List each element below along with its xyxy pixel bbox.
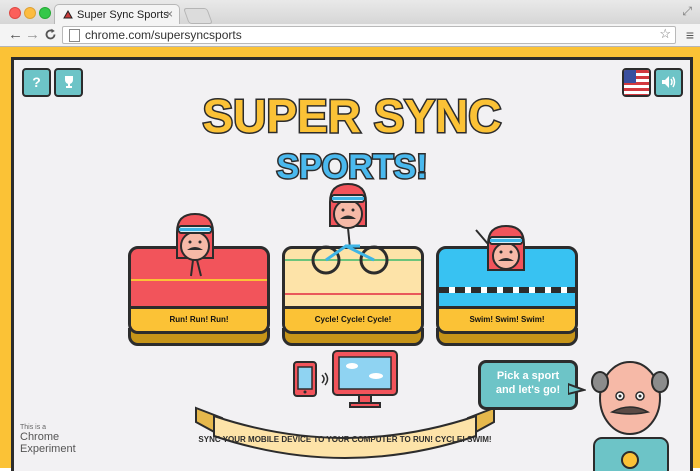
experiment-prefix: This is a (20, 424, 47, 431)
game-stage: ? SUPER SYNC SPORTS! Run! Run! Run! Cycl… (11, 57, 693, 471)
help-button[interactable]: ? (22, 68, 51, 97)
forward-button[interactable]: → (25, 26, 40, 43)
sync-banner: SYNC YOUR MOBILE DEVICE TO YOUR COMPUTER… (195, 406, 495, 459)
tab-close-icon[interactable]: × (166, 7, 173, 21)
sync-waves-icon (321, 372, 329, 386)
bookmark-star-icon[interactable]: ☆ (659, 26, 671, 42)
mobile-device-icon (293, 361, 317, 397)
sport-label-run: Run! Run! Run! (131, 306, 267, 331)
browser-titlebar: Super Sync Sports × ⤢ (0, 0, 700, 25)
page-icon (69, 29, 80, 42)
back-button[interactable]: ← (8, 26, 23, 43)
speech-bubble: Pick a sport and let's go! (478, 360, 578, 410)
trophy-icon (64, 76, 73, 88)
sport-label-cycle: Cycle! Cycle! Cycle! (285, 306, 421, 331)
fullscreen-icon[interactable]: ⤢ (682, 4, 692, 19)
speech-text: Pick a sport and let's go! (495, 370, 561, 396)
cyclist-character-icon (311, 182, 389, 275)
trophy-button[interactable] (54, 68, 83, 97)
us-flag-icon (624, 70, 649, 95)
tab-title: Super Sync Sports (77, 9, 169, 21)
super-sync-favicon-icon (63, 10, 73, 19)
close-window-button[interactable] (9, 7, 21, 19)
language-flag-button[interactable] (622, 68, 651, 97)
speaker-icon (661, 76, 675, 88)
swimmer-character-icon (475, 224, 525, 271)
menu-icon[interactable]: ≡ (686, 27, 694, 43)
game-page: ? SUPER SYNC SPORTS! Run! Run! Run! Cycl… (0, 47, 700, 471)
experiment-chrome: Chrome (20, 431, 60, 443)
sport-label-swim: Swim! Swim! Swim! (439, 306, 575, 331)
banner-text: SYNC YOUR MOBILE DEVICE TO YOUR COMPUTER… (198, 435, 491, 444)
minimize-window-button[interactable] (24, 7, 36, 19)
lane-rope (439, 287, 575, 293)
browser-toolbar: ← → chrome.com/supersyncsports ☆ ≡ (0, 24, 700, 47)
new-tab-button[interactable] (183, 8, 213, 24)
chrome-experiment-badge[interactable]: This is a Chrome Experiment (20, 424, 76, 455)
runner-character-icon (176, 212, 214, 277)
address-bar[interactable]: chrome.com/supersyncsports ☆ (62, 26, 676, 44)
coach-character-icon (591, 361, 669, 471)
game-logo: SUPER SYNC SPORTS! (201, 89, 503, 188)
track-line (285, 293, 421, 295)
logo-line1: SUPER SYNC (202, 90, 501, 142)
reload-icon[interactable] (44, 28, 57, 41)
maximize-window-button[interactable] (39, 7, 51, 19)
experiment-label: Experiment (20, 443, 76, 455)
browser-tab[interactable]: Super Sync Sports × (54, 4, 180, 25)
sound-button[interactable] (654, 68, 683, 97)
url-text: chrome.com/supersyncsports (85, 28, 242, 42)
